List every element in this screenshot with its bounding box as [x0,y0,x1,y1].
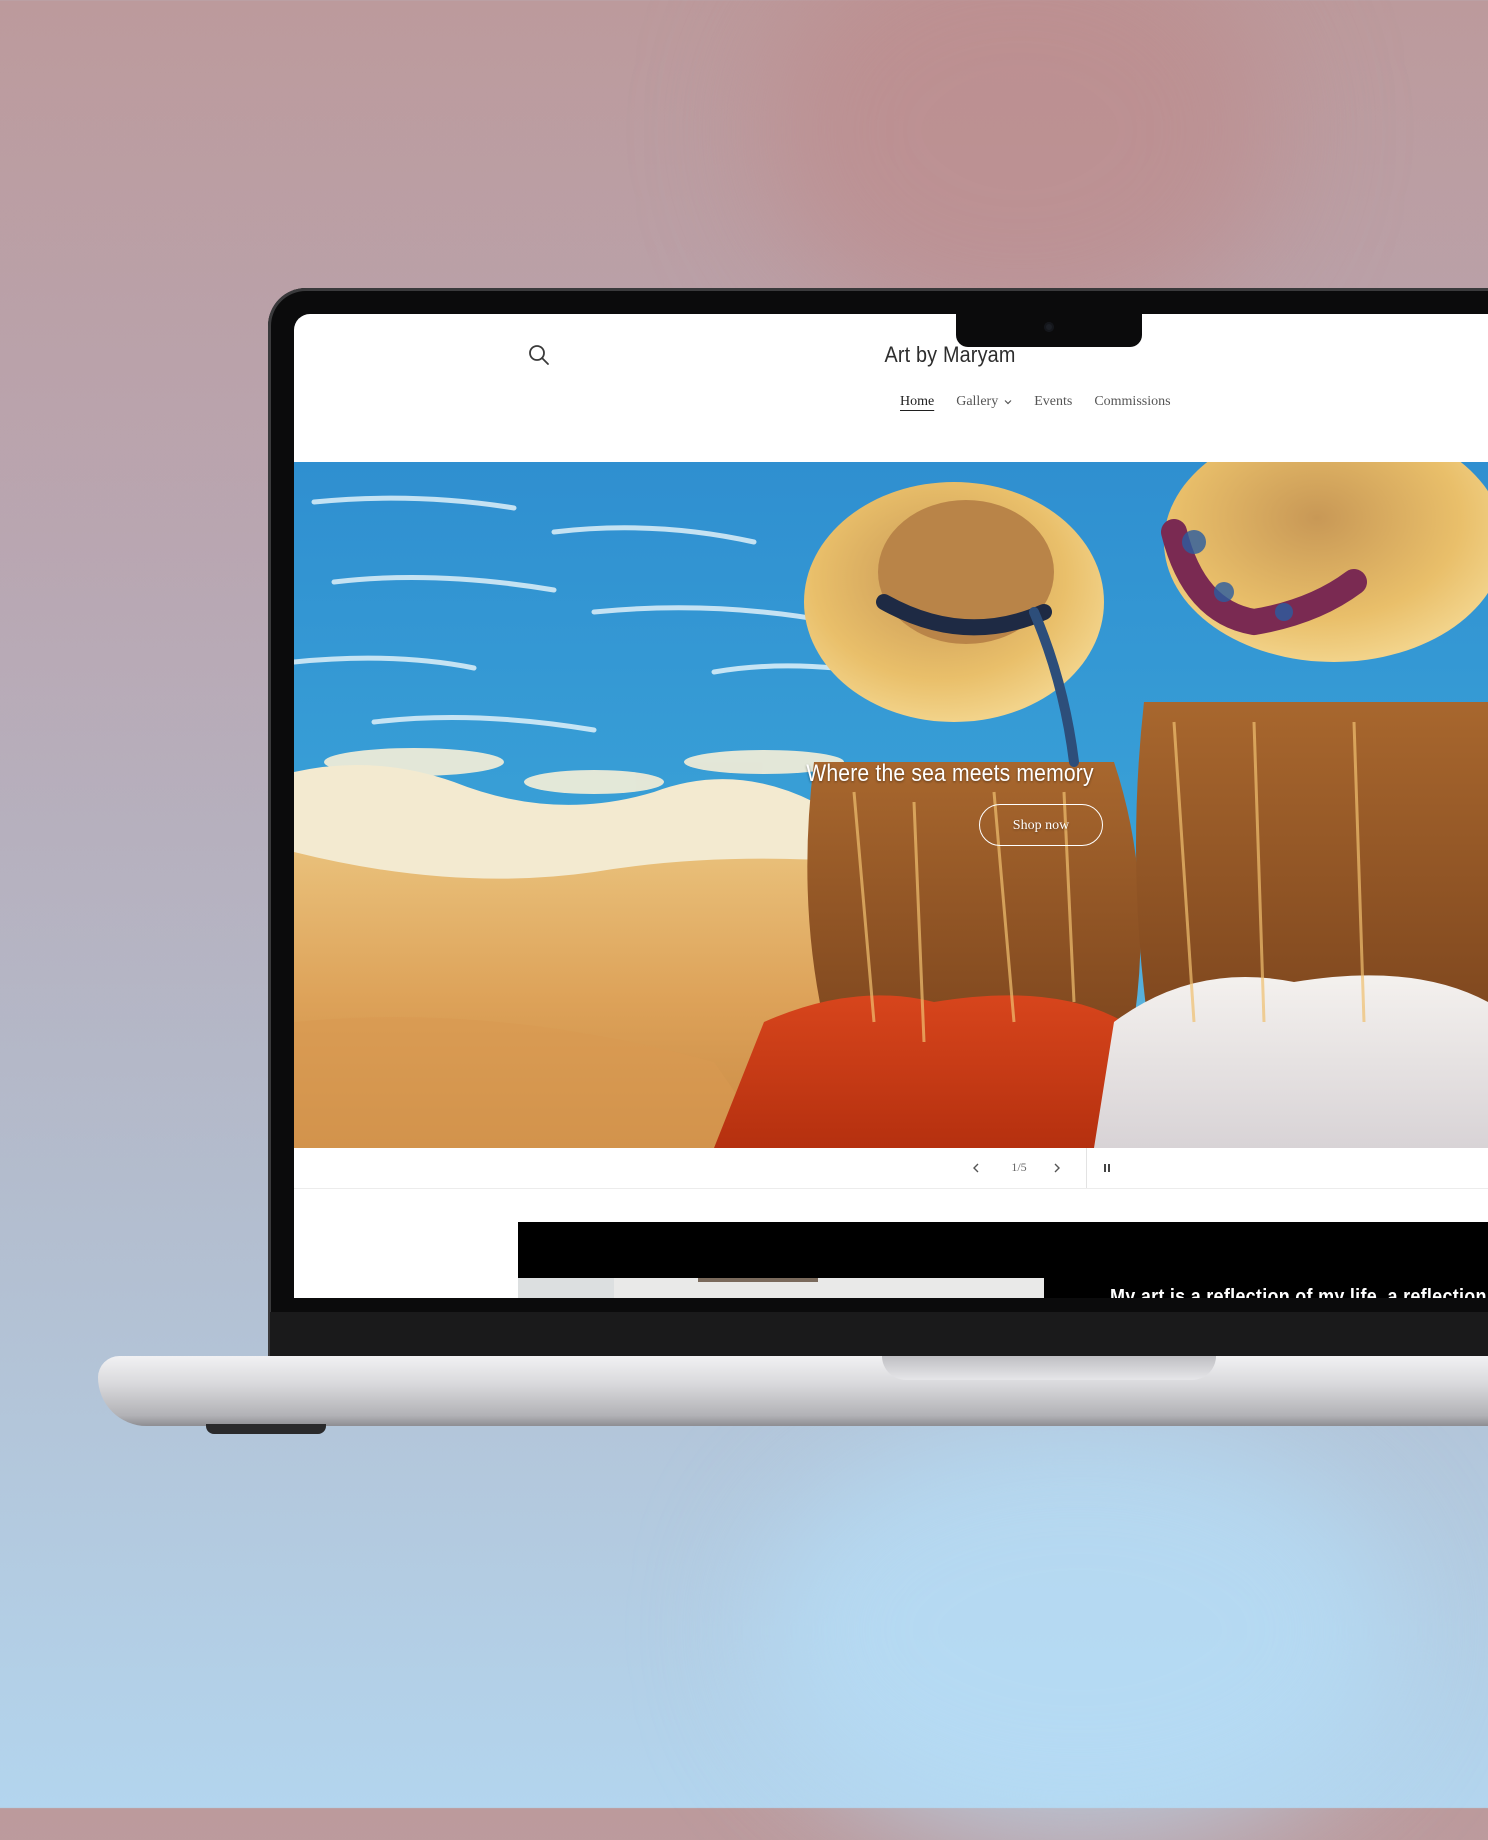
about-text: My art is a reflection of my life, a ref… [1110,1286,1487,1298]
chevron-left-icon [973,1163,979,1173]
nav-item-label: Home [900,394,935,409]
slide-counter: 1/5 [1011,1160,1027,1174]
hero-painting [294,462,1488,1148]
photo-frame [614,1278,1044,1298]
nav-item-gallery[interactable]: Gallery [956,394,1012,410]
nav-item-label: Commissions [1094,394,1171,409]
controls-divider [1086,1148,1087,1188]
nav-item-label: Gallery [956,394,999,409]
photo-strip [698,1278,818,1282]
browser-screen: Art by Maryam Home Gallery Events Commis… [294,314,1488,1298]
nav-item-events[interactable]: Events [1034,394,1072,410]
nav-item-label: Events [1034,394,1073,409]
pause-icon [1104,1164,1110,1172]
previous-slide-button[interactable] [966,1158,986,1178]
hero-slideshow: Where the sea meets memory Shop now [294,462,1488,1148]
nav-item-home[interactable]: Home [900,394,934,410]
laptop-chin [270,1312,1488,1356]
site-title[interactable]: Art by Maryam [360,342,1488,368]
camera-notch [956,314,1142,347]
background-glow-cool [760,1420,1400,1840]
main-nav: Home Gallery Events Commissions [900,394,1171,410]
hero-heading: Where the sea meets memory [806,760,1094,787]
nav-item-commissions[interactable]: Commissions [1094,394,1170,410]
chevron-down-icon [1004,400,1012,405]
slideshow-controls: 1/5 [294,1148,1488,1189]
feature-photo [518,1278,1044,1298]
about-feature-section: My art is a reflection of my life, a ref… [518,1222,1488,1298]
laptop-opening-notch [882,1356,1216,1380]
laptop-foot [206,1424,326,1434]
pause-slideshow-button[interactable] [1097,1158,1117,1178]
laptop-base [98,1356,1488,1426]
camera-icon [1044,322,1054,332]
next-slide-button[interactable] [1047,1158,1067,1178]
shop-now-button[interactable]: Shop now [979,804,1103,846]
chevron-right-icon [1054,1163,1060,1173]
